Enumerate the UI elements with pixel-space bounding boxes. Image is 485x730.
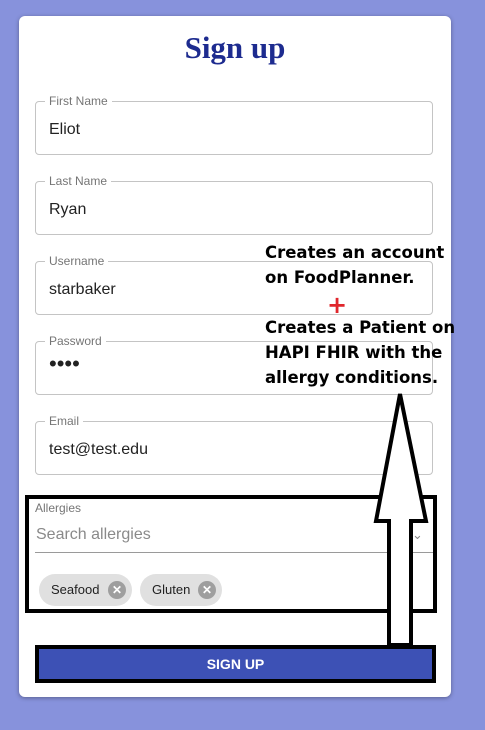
annotation-arrow-icon — [373, 393, 429, 647]
